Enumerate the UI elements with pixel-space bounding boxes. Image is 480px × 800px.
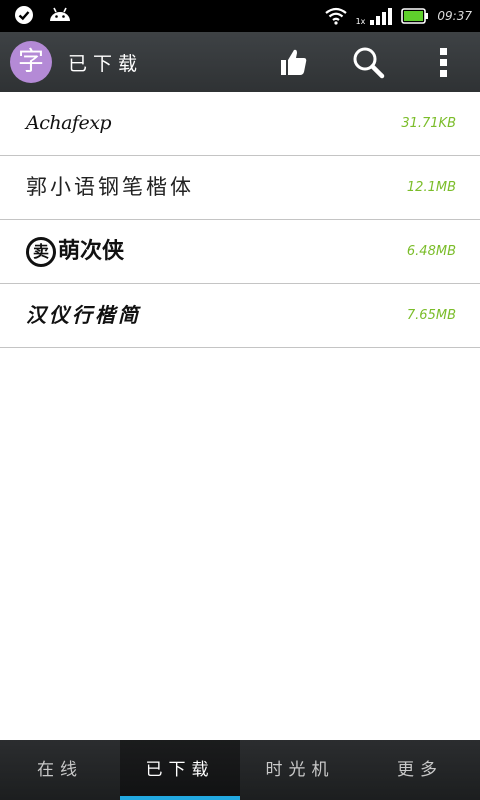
list-item[interactable]: 汉仪行楷简 7.65MB — [0, 284, 480, 348]
network-type-label: 1x — [355, 17, 366, 26]
status-time: 09:37 — [437, 9, 472, 23]
font-seal-badge: 卖 — [26, 236, 56, 267]
list-item[interactable]: Achafexp 31.71KB — [0, 92, 480, 156]
page-title: 已下载 — [68, 53, 144, 75]
tab-online[interactable]: 在线 — [0, 740, 120, 800]
wifi-icon — [324, 7, 347, 25]
check-circle-icon — [15, 6, 33, 24]
list-item[interactable]: 郭小语钢笔楷体 12.1MB — [0, 156, 480, 220]
font-name-group: 卖 萌次侠 — [26, 220, 124, 283]
thumbs-up-icon[interactable] — [275, 44, 311, 80]
list-item[interactable]: 卖 萌次侠 6.48MB — [0, 220, 480, 284]
search-icon[interactable] — [350, 44, 386, 80]
signal-icon — [370, 8, 393, 25]
app-logo[interactable]: 字 — [10, 41, 52, 83]
font-name: 郭小语钢笔楷体 — [26, 175, 194, 199]
font-name: 萌次侠 — [58, 239, 125, 264]
status-system: 1x 09:37 — [324, 4, 472, 28]
font-size: 12.1MB — [406, 180, 456, 195]
downloaded-font-list: Achafexp 31.71KB 郭小语钢笔楷体 12.1MB 卖 萌次侠 6.… — [0, 92, 480, 348]
status-bar: 1x 09:37 — [0, 0, 480, 32]
tab-more[interactable]: 更多 — [360, 740, 480, 800]
action-bar: 字 已下载 — [0, 32, 480, 92]
android-icon — [50, 7, 70, 21]
overflow-menu-icon[interactable] — [426, 44, 462, 80]
font-name: Achafexp — [26, 112, 112, 134]
tab-time-machine[interactable]: 时光机 — [240, 740, 360, 800]
font-size: 31.71KB — [401, 116, 456, 131]
font-size: 7.65MB — [406, 308, 456, 323]
status-notifications — [14, 5, 72, 25]
font-name: 汉仪行楷简 — [26, 303, 141, 327]
font-size: 6.48MB — [406, 244, 456, 259]
battery-icon — [401, 8, 429, 24]
tab-downloaded[interactable]: 已下载 — [120, 740, 240, 800]
bottom-tab-bar: 在线 已下载 时光机 更多 — [0, 740, 480, 800]
